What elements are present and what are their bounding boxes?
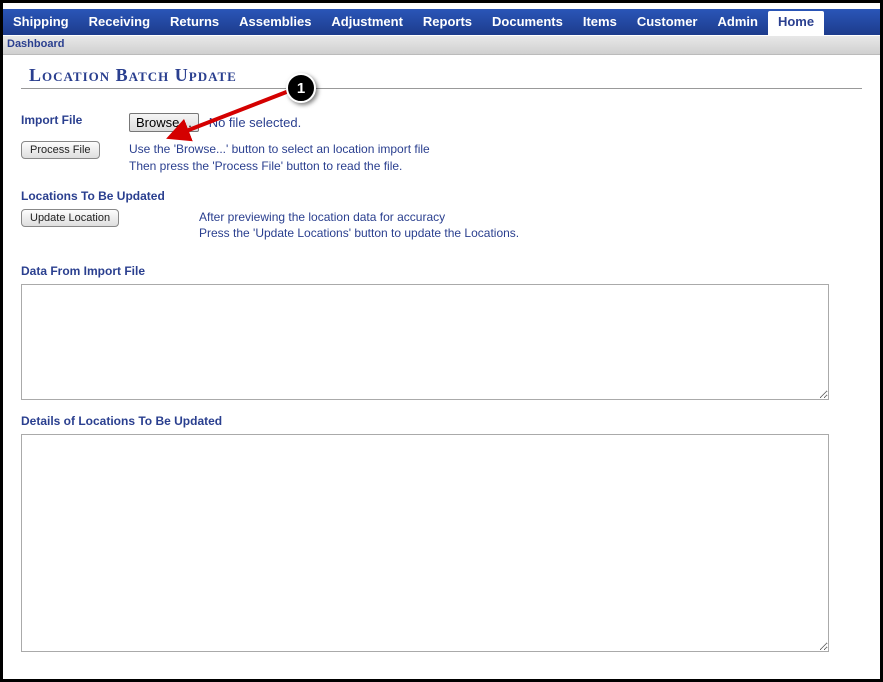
nav-item-home[interactable]: Home (768, 11, 824, 35)
browse-button[interactable]: Browse… (129, 113, 199, 132)
nav-item-receiving[interactable]: Receiving (79, 9, 160, 35)
nav-item-returns[interactable]: Returns (160, 9, 229, 35)
sub-nav: Dashboard (3, 35, 880, 55)
import-file-label: Import File (21, 113, 129, 127)
content-area: Location Batch Update Import File Browse… (3, 55, 880, 662)
update-location-button[interactable]: Update Location (21, 209, 119, 227)
import-help-text: Use the 'Browse...' button to select an … (129, 141, 430, 175)
nav-item-documents[interactable]: Documents (482, 9, 573, 35)
import-help-line1: Use the 'Browse...' button to select an … (129, 142, 430, 156)
locations-to-be-updated-label: Locations To Be Updated (21, 189, 862, 203)
data-from-import-label: Data From Import File (21, 264, 862, 278)
details-locations-label: Details of Locations To Be Updated (21, 414, 862, 428)
page-title: Location Batch Update (21, 65, 862, 89)
update-help-line1: After previewing the location data for a… (199, 210, 445, 224)
import-help-line2: Then press the 'Process File' button to … (129, 159, 402, 173)
top-nav: ShippingReceivingReturnsAssembliesAdjust… (3, 9, 880, 35)
nav-item-adjustment[interactable]: Adjustment (321, 9, 413, 35)
annotation-marker-1: 1 (286, 73, 316, 103)
nav-item-admin[interactable]: Admin (708, 9, 768, 35)
update-help-text: After previewing the location data for a… (199, 209, 519, 243)
data-from-import-textarea[interactable] (21, 284, 829, 400)
update-help-line2: Press the 'Update Locations' button to u… (199, 226, 519, 240)
subnav-dashboard[interactable]: Dashboard (7, 38, 64, 50)
process-file-button[interactable]: Process File (21, 141, 100, 159)
nav-item-reports[interactable]: Reports (413, 9, 482, 35)
nav-item-assemblies[interactable]: Assemblies (229, 9, 321, 35)
no-file-selected-text: No file selected. (209, 115, 302, 130)
nav-item-shipping[interactable]: Shipping (3, 9, 79, 35)
details-locations-textarea[interactable] (21, 434, 829, 652)
nav-item-customer[interactable]: Customer (627, 9, 708, 35)
nav-item-items[interactable]: Items (573, 9, 627, 35)
